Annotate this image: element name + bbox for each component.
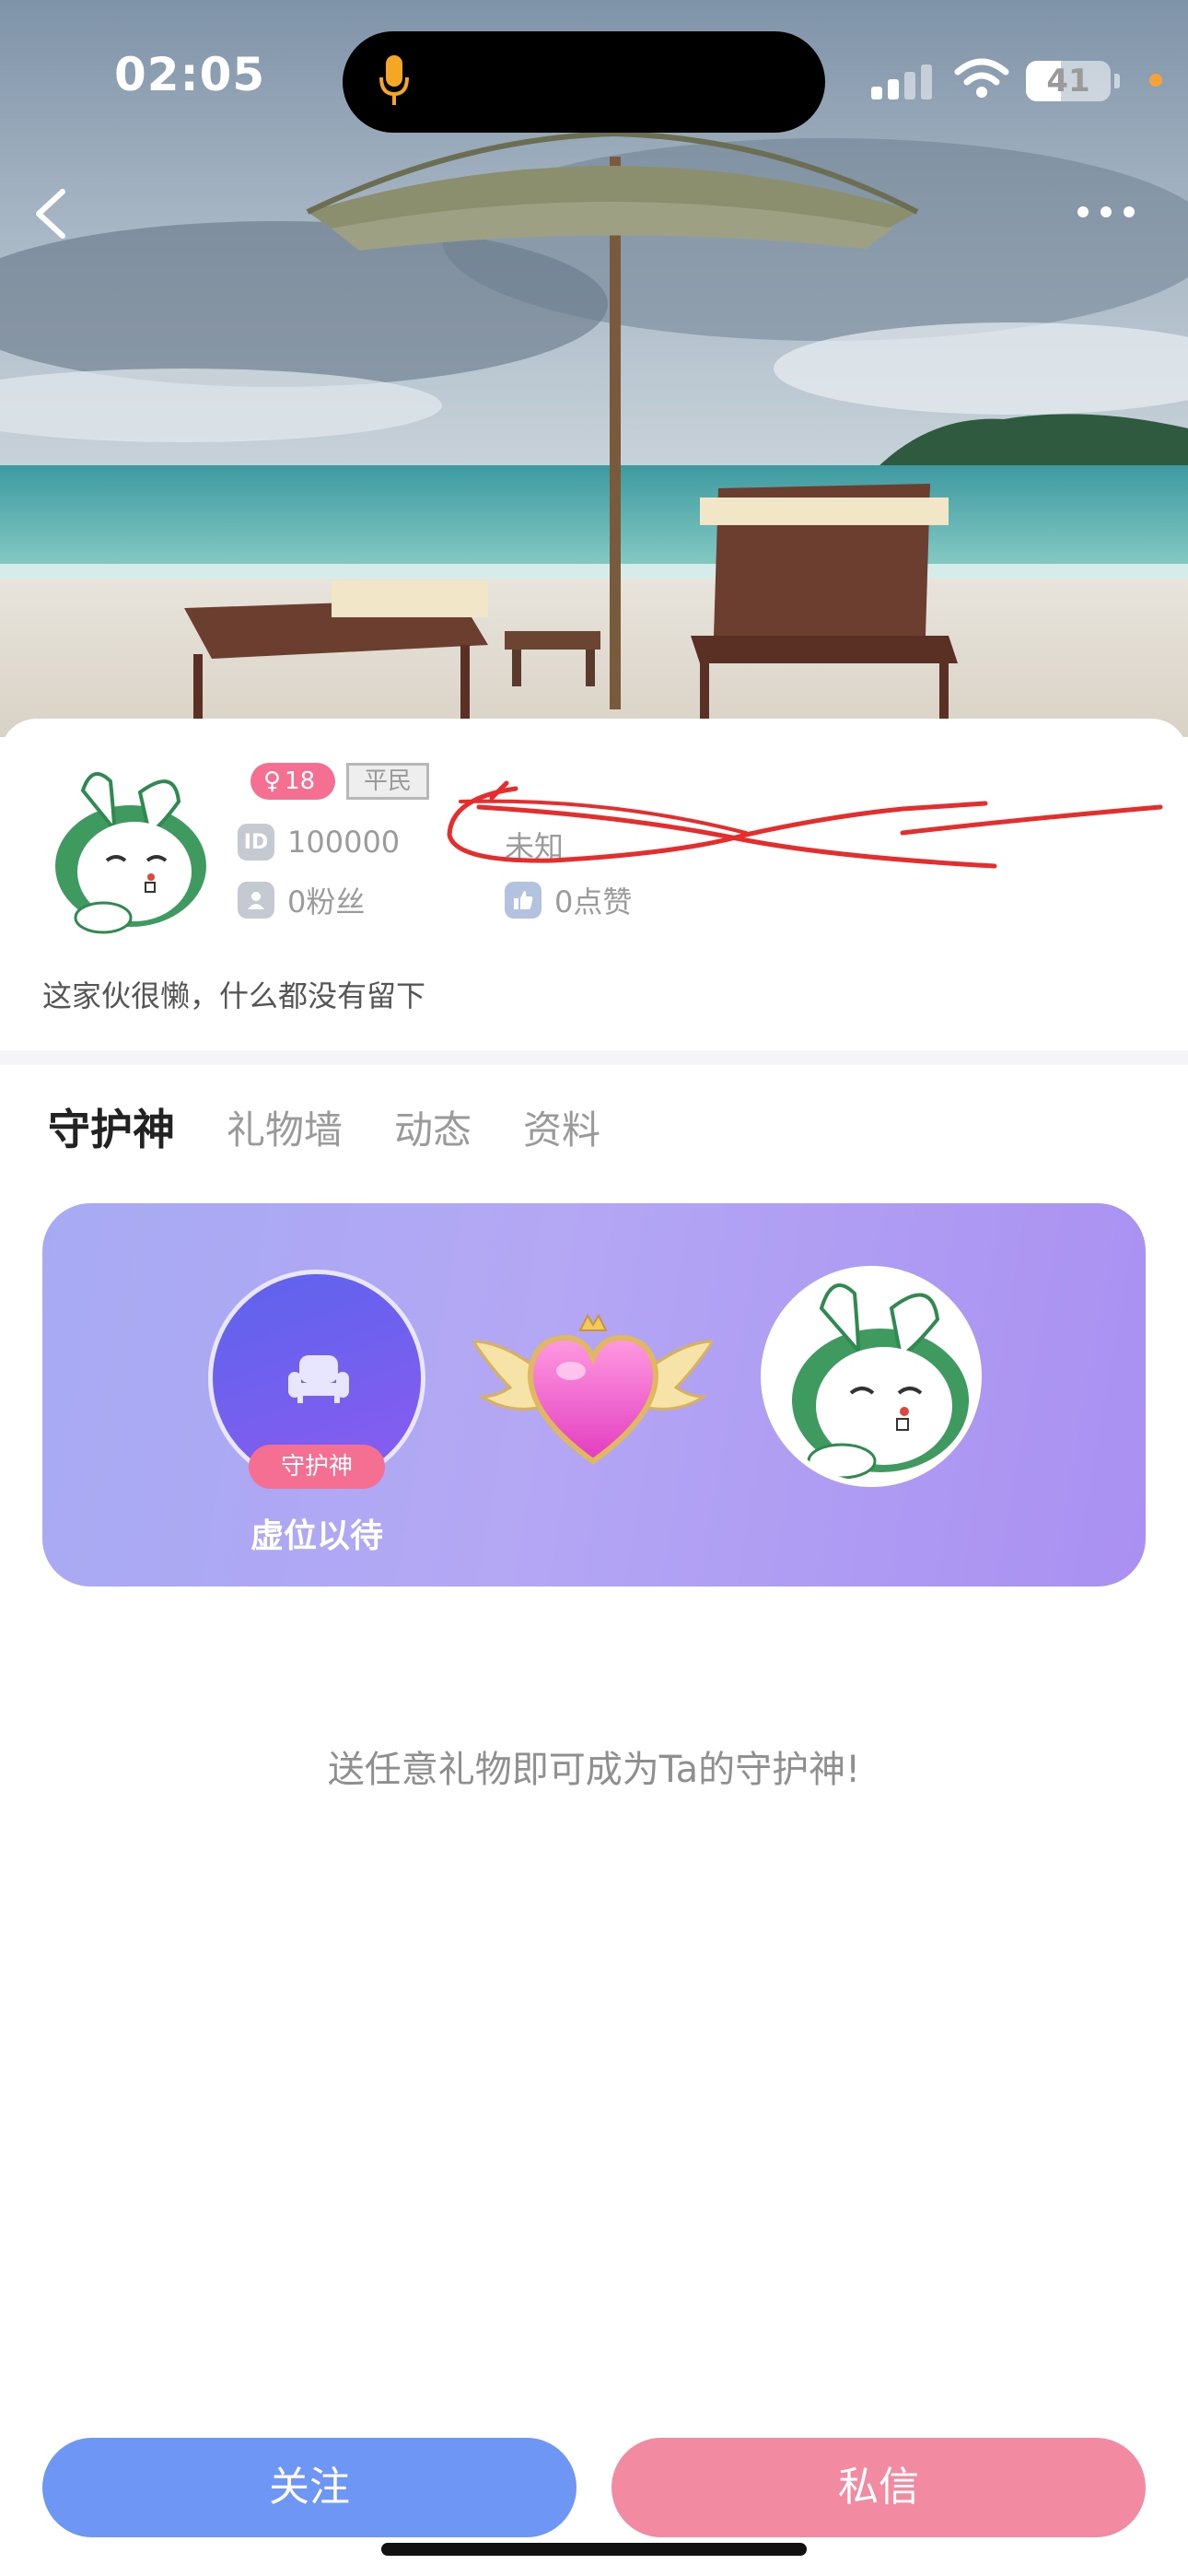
guardian-banner: 守护神 虚位以待 [42,1203,1146,1587]
message-button[interactable]: 私信 [611,2438,1146,2537]
fans-row: 0粉丝 [238,879,365,921]
fans-icon [238,882,274,919]
battery-tip [1114,74,1120,88]
user-id-row: ID 100000 [238,824,400,861]
red-scribble-mark [447,780,1163,869]
tab-profile-info[interactable]: 资料 [523,1099,600,1155]
tab-guardian[interactable]: 守护神 [48,1096,175,1157]
profile-tabs: 守护神 礼物墙 动态 资料 [48,1095,652,1159]
sofa-icon [288,1355,349,1403]
age-value: 18 [285,767,316,795]
seat-vacant-label: 虚位以待 [250,1517,383,1555]
rank-badge: 平民 [346,763,429,800]
user-id: 100000 [287,825,401,860]
wifi-icon [954,58,1009,98]
bio-text: 这家伙很懒，什么都没有留下 [42,978,426,1013]
dynamic-island [343,31,825,133]
more-dots-icon[interactable] [1074,195,1138,228]
tab-moments[interactable]: 动态 [394,1099,472,1155]
cellular-signal-icon [871,64,932,100]
avatar[interactable] [39,763,214,938]
guardian-hint: 送任意礼物即可成为Ta的守护神! [327,1749,861,1791]
battery-level: 41 [1046,63,1090,100]
fans-count: 0粉丝 [287,884,366,919]
home-indicator [381,2543,807,2556]
section-divider [0,1050,1188,1065]
winged-heart-icon [473,1313,713,1465]
tab-gift-wall[interactable]: 礼物墙 [227,1099,343,1155]
profile-card: ♀ 18 平民 ID 100000 未知 0粉丝 0点赞 这家伙很懒，什么都没有留… [0,719,1188,2576]
privacy-indicator-dot [1149,74,1162,87]
gender-icon: ♀ [263,767,282,795]
follow-button[interactable]: 关注 [42,2438,577,2537]
battery-icon: 41 [1026,61,1111,101]
id-icon: ID [238,824,274,861]
age-badge: ♀ 18 [250,763,335,800]
microphone-icon [379,55,409,105]
status-bar: 02:05 41 [0,0,1188,157]
chevron-left-icon[interactable] [22,181,81,245]
owner-avatar[interactable] [761,1266,982,1487]
guardian-badge: 守护神 [249,1445,385,1489]
status-time: 02:05 [114,48,266,101]
